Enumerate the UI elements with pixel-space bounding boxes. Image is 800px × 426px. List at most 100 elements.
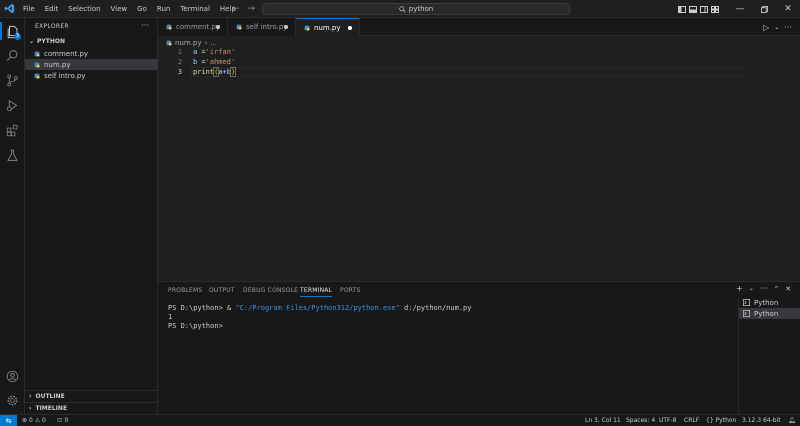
new-terminal-plus-icon[interactable]: + xyxy=(736,284,743,293)
run-dropdown-chevron-icon[interactable]: ⌄ xyxy=(774,24,779,31)
close-panel-icon[interactable]: ✕ xyxy=(785,285,791,293)
tab-num[interactable]: num.py xyxy=(296,18,360,37)
window-controls: — ✕ xyxy=(676,0,800,18)
token-function: print xyxy=(193,68,215,76)
terminal-dropdown-chevron-icon[interactable]: ⌄ xyxy=(749,285,754,292)
toggle-primary-sidebar-icon[interactable] xyxy=(676,0,687,18)
unsaved-dot-icon[interactable] xyxy=(348,26,352,30)
token-arguments: a+b xyxy=(218,68,231,76)
remote-indicator-icon[interactable]: ⇆ xyxy=(0,415,17,426)
file-item-comment[interactable]: comment.py xyxy=(25,48,158,59)
terminal-instance-label: Python xyxy=(754,298,779,307)
menu-terminal[interactable]: Terminal xyxy=(175,0,215,18)
command-center-search[interactable]: python xyxy=(262,3,570,15)
python-file-icon xyxy=(34,62,40,67)
restore-icon[interactable] xyxy=(752,0,776,18)
terminal-arg: d:/python/num.py xyxy=(399,304,472,312)
close-icon[interactable]: ✕ xyxy=(776,0,800,18)
code-line-1[interactable]: 1 a ='irfan' xyxy=(158,47,758,57)
toggle-panel-icon[interactable] xyxy=(687,0,698,18)
menu-file[interactable]: File xyxy=(18,0,40,18)
file-item-num[interactable]: num.py xyxy=(25,59,158,70)
indentation-status[interactable]: Spaces: 4 xyxy=(626,415,655,426)
encoding-status[interactable]: UTF-8 xyxy=(659,415,677,426)
testing-flask-icon[interactable] xyxy=(4,147,21,164)
menu-view[interactable]: View xyxy=(106,0,133,18)
status-bar: ⇆ ⊗ 0 ⚠ 0 ⛫ 0 Ln 3, Col 11 Spaces: 4 UTF… xyxy=(0,414,800,426)
terminal-line-2: 1 xyxy=(168,313,173,321)
breadcrumb-more[interactable]: ... xyxy=(210,39,217,47)
tab-self-intro[interactable]: self intro.py xyxy=(228,18,296,36)
panel-tab-ports[interactable]: PORTS xyxy=(340,287,361,294)
back-arrow-icon[interactable]: ← xyxy=(232,4,240,14)
more-actions-icon[interactable]: ··· xyxy=(760,284,768,293)
menu-run[interactable]: Run xyxy=(152,0,175,18)
unsaved-dot-icon[interactable] xyxy=(216,25,220,29)
notifications-bell-icon[interactable]: 🔔︎ xyxy=(788,415,796,426)
warning-icon: ⚠ xyxy=(34,417,41,424)
minimize-icon[interactable]: — xyxy=(728,0,752,18)
file-item-self-intro[interactable]: self intro.py xyxy=(25,70,158,81)
terminal-instance-1[interactable]: Python xyxy=(739,297,800,308)
customize-layout-icon[interactable] xyxy=(709,0,720,18)
code-editor[interactable]: num.py › ... 1 a ='irfan' 2 b ='ahmed' 3… xyxy=(158,36,800,281)
language-status[interactable]: {} Python xyxy=(706,415,736,426)
timeline-section[interactable]: › TIMELINE xyxy=(25,402,158,413)
activity-bar: 3 xyxy=(0,18,25,414)
panel-tab-output[interactable]: OUTPUT xyxy=(209,287,235,294)
menu-selection[interactable]: Selection xyxy=(63,0,105,18)
more-actions-icon[interactable]: ··· xyxy=(141,21,149,30)
account-icon[interactable] xyxy=(4,368,21,385)
forward-arrow-icon[interactable]: → xyxy=(248,4,256,14)
maximize-panel-icon[interactable]: ⌃ xyxy=(773,285,779,293)
folder-header[interactable]: ⌄ PYTHON xyxy=(29,38,65,45)
cursor-position[interactable]: Ln 3, Col 11 xyxy=(585,415,621,426)
menu-edit[interactable]: Edit xyxy=(40,0,64,18)
explorer-badge: 3 xyxy=(14,33,21,40)
code-line-2[interactable]: 2 b ='ahmed' xyxy=(158,57,758,67)
breadcrumb-file[interactable]: num.py xyxy=(175,39,202,47)
problems-status[interactable]: ⊗ 0 ⚠ 0 xyxy=(22,415,46,426)
toggle-secondary-sidebar-icon[interactable] xyxy=(698,0,709,18)
file-label: comment.py xyxy=(44,49,89,58)
token-string: 'irfan' xyxy=(205,48,236,56)
folder-name: PYTHON xyxy=(37,38,66,45)
search-view-icon[interactable] xyxy=(4,47,21,64)
line-number: 2 xyxy=(177,58,182,66)
manage-gear-icon[interactable] xyxy=(4,392,21,409)
search-icon xyxy=(399,5,406,13)
run-debug-icon[interactable] xyxy=(4,97,21,114)
terminal-output[interactable]: PS D:\python> & "C:/Program Files/Python… xyxy=(168,304,471,331)
outline-section[interactable]: › OUTLINE xyxy=(25,390,158,401)
menu-go[interactable]: Go xyxy=(132,0,152,18)
panel-tab-debug-console[interactable]: DEBUG CONSOLE xyxy=(243,287,298,294)
terminal-line-1: PS D:\python> & "C:/Program Files/Python… xyxy=(168,304,471,313)
run-python-icon[interactable]: ▷ xyxy=(763,23,769,32)
panel-tab-terminal[interactable]: TERMINAL xyxy=(300,287,333,297)
python-file-icon xyxy=(304,25,310,31)
more-actions-icon[interactable]: ··· xyxy=(784,23,792,32)
warning-count: 0 xyxy=(42,417,46,424)
terminal-instance-2[interactable]: Python xyxy=(739,308,800,319)
panel-tab-problems[interactable]: PROBLEMS xyxy=(168,287,202,294)
extensions-icon[interactable] xyxy=(4,122,21,139)
terminal-exe-path: "C:/Program Files/Python312/python.exe" xyxy=(235,304,400,312)
nav-arrows: ← → xyxy=(232,0,255,18)
line-code: print(a+b) xyxy=(193,67,237,77)
tab-label: self intro.py xyxy=(246,23,288,31)
chevron-right-icon: › xyxy=(29,404,32,412)
terminal-prompt: PS D:\python> & xyxy=(168,304,236,312)
code-line-3[interactable]: 3 print(a+b) xyxy=(158,67,758,77)
unsaved-dot-icon[interactable] xyxy=(284,25,288,29)
chevron-right-icon: › xyxy=(29,392,32,400)
source-control-icon[interactable] xyxy=(4,72,21,89)
ports-status[interactable]: ⛫ 0 xyxy=(57,415,68,426)
explorer-icon[interactable]: 3 xyxy=(4,23,21,40)
python-file-icon xyxy=(236,24,242,30)
language-label: Python xyxy=(715,417,737,424)
eol-status[interactable]: CRLF xyxy=(684,415,699,426)
tab-comment[interactable]: comment.py xyxy=(158,18,228,36)
error-count: 0 xyxy=(28,417,33,424)
interpreter-status[interactable]: 3.12.3 64-bit xyxy=(742,415,781,426)
ports-count: 0 xyxy=(64,417,69,424)
